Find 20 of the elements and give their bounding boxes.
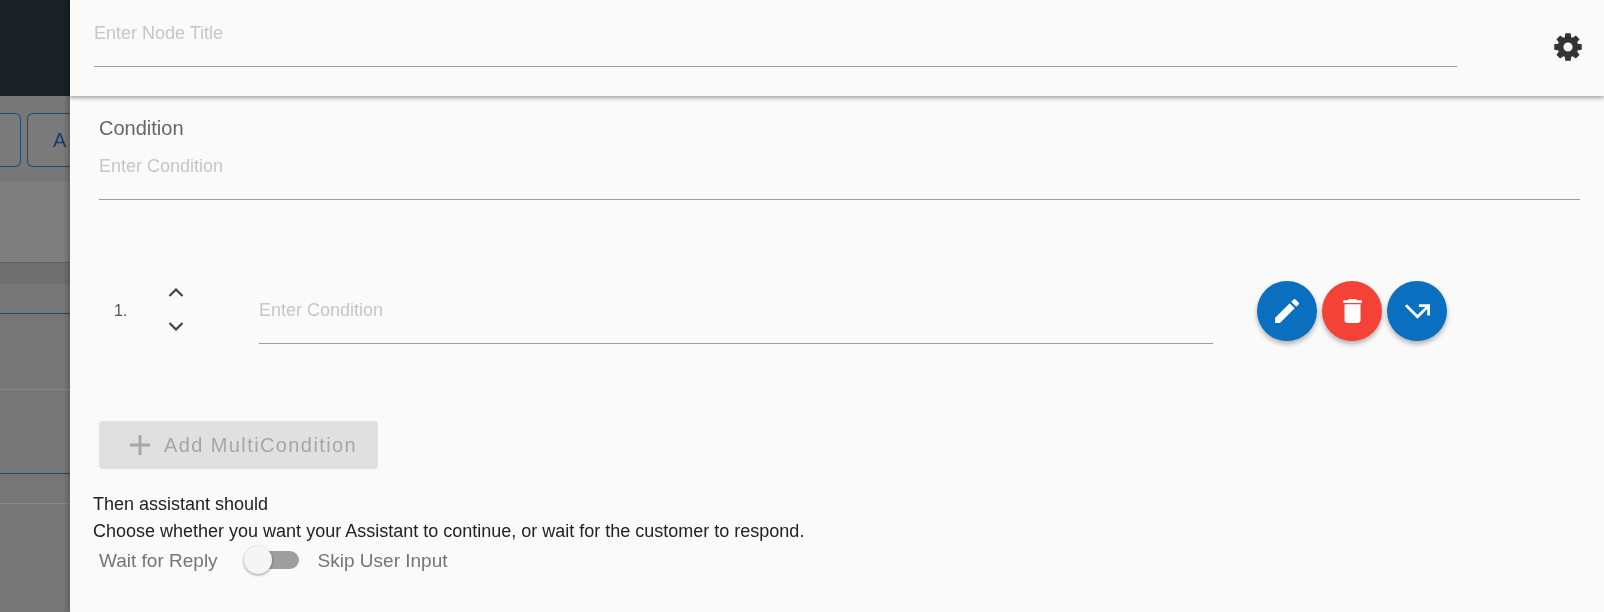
chevron-up-icon <box>168 288 184 297</box>
edit-button[interactable] <box>1257 281 1317 341</box>
outlined-button[interactable]: A <box>27 113 70 167</box>
description-text: Choose whether you want your Assistant to continue, or wait for the customer to respond. <box>93 520 805 543</box>
toggle-label: Skip User Input <box>317 548 448 572</box>
section-heading: Then assistant should <box>93 493 269 516</box>
toggle-label: Wait for Reply <box>99 548 218 572</box>
pencil-icon <box>1275 299 1299 323</box>
plus-icon <box>130 435 150 455</box>
settings-icon[interactable] <box>1554 33 1582 61</box>
trash-icon <box>1342 299 1362 323</box>
move-up-button[interactable] <box>168 288 184 297</box>
chevron-down-icon <box>168 322 184 331</box>
toggle-switch[interactable] <box>243 545 300 575</box>
arrow-button[interactable] <box>1387 281 1447 341</box>
arrow-icon <box>1404 303 1430 319</box>
delete-button[interactable] <box>1322 281 1382 341</box>
condition-label: Condition <box>99 116 184 140</box>
item-number: 1. <box>114 301 129 321</box>
move-down-button[interactable] <box>168 322 184 331</box>
